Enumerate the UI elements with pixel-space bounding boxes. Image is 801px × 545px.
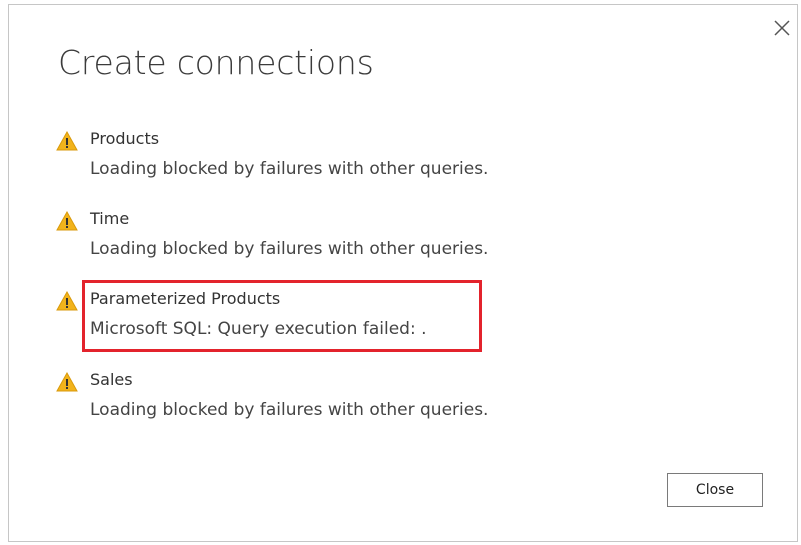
warning-icon (56, 291, 78, 311)
item-name: Products (90, 129, 160, 148)
warning-icon (56, 131, 78, 151)
highlight-box (82, 280, 482, 352)
create-connections-dialog: Create connections Products Loading bloc… (8, 4, 798, 542)
item-message: Loading blocked by failures with other q… (90, 159, 489, 179)
dialog-title: Create connections (58, 43, 374, 82)
warning-icon (56, 211, 78, 231)
item-message: Loading blocked by failures with other q… (90, 239, 489, 259)
warning-icon (56, 372, 78, 392)
close-button[interactable]: Close (667, 473, 763, 507)
item-name: Sales (90, 370, 133, 389)
close-icon[interactable] (771, 17, 793, 39)
item-name: Time (90, 209, 130, 228)
item-message: Loading blocked by failures with other q… (90, 400, 489, 420)
